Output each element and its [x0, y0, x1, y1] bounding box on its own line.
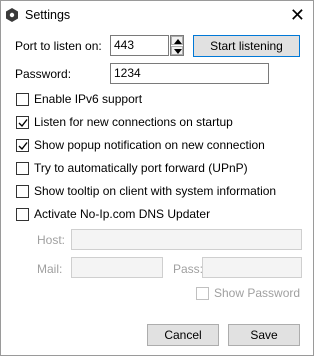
option-label: Listen for new connections on startup: [34, 115, 233, 129]
start-listening-button[interactable]: Start listening: [193, 35, 300, 57]
port-spinner[interactable]: [170, 35, 184, 56]
spin-up-button[interactable]: [171, 36, 183, 45]
option-label: Show popup notification on new connectio…: [34, 138, 265, 152]
password-input[interactable]: 1234: [110, 63, 269, 84]
mail-label: Mail:: [37, 262, 63, 276]
checkbox[interactable]: [16, 93, 29, 106]
checkbox[interactable]: [16, 185, 29, 198]
cancel-button[interactable]: Cancel: [147, 324, 219, 346]
chevron-down-icon: [174, 49, 182, 54]
checkbox[interactable]: [16, 116, 29, 129]
close-icon[interactable]: ✕: [290, 5, 305, 25]
app-gear-icon: [5, 8, 19, 22]
port-label: Port to listen on:: [15, 39, 102, 53]
chevron-up-icon: [174, 39, 182, 44]
option-label: Try to automatically port forward (UPnP): [34, 161, 248, 175]
spin-down-button[interactable]: [171, 46, 183, 55]
checkbox[interactable]: [196, 287, 209, 300]
option-label: Show tooltip on client with system infor…: [34, 184, 277, 198]
host-label: Host:: [37, 233, 66, 247]
password-label: Password:: [15, 67, 72, 81]
pass-input[interactable]: [202, 257, 302, 278]
mail-input[interactable]: [71, 257, 163, 278]
checkbox[interactable]: [16, 139, 29, 152]
checkbox[interactable]: [16, 208, 29, 221]
window-title: Settings: [25, 8, 71, 22]
checkmark-icon: [18, 142, 28, 151]
option-label: Activate No-Ip.com DNS Updater: [34, 207, 211, 221]
title-bar[interactable]: Settings ✕: [1, 1, 313, 31]
checkbox[interactable]: [16, 162, 29, 175]
save-button[interactable]: Save: [228, 324, 300, 346]
port-input[interactable]: 443: [110, 35, 169, 56]
show-password-label: Show Password: [214, 286, 301, 300]
option-label: Enable IPv6 support: [34, 92, 143, 106]
checkmark-icon: [18, 119, 28, 128]
pass-label: Pass:: [173, 262, 204, 276]
settings-window: Settings ✕ Port to listen on: 443 Start …: [0, 0, 314, 356]
host-input[interactable]: [71, 229, 302, 250]
